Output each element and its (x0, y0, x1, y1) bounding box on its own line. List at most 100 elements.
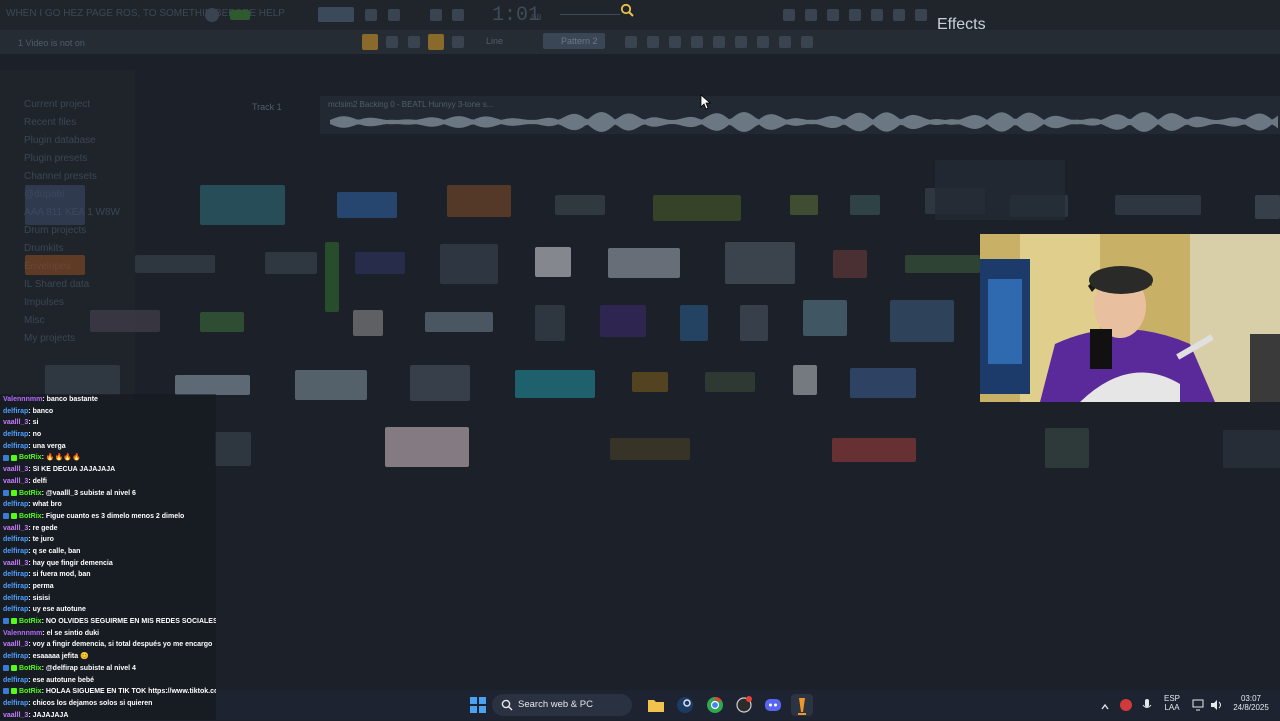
plugin-row3c[interactable] (353, 310, 383, 336)
plugin-row4e[interactable] (515, 370, 595, 398)
discord-icon[interactable] (762, 694, 784, 716)
cut-icon[interactable] (647, 36, 659, 48)
plugin-reverb[interactable] (608, 248, 680, 278)
chat-username[interactable]: delfirap (3, 595, 28, 602)
plugin-row4a[interactable] (45, 365, 120, 395)
chat-username[interactable]: BotRix (19, 490, 42, 497)
settings-icon[interactable] (783, 9, 795, 21)
plugin-row4d[interactable] (410, 365, 470, 401)
chat-username[interactable]: vaalll_3 (3, 466, 28, 473)
tray-app-icon[interactable] (1120, 699, 1132, 711)
browser-item[interactable]: IL Shared data (0, 276, 135, 294)
plugin-comp[interactable] (265, 252, 317, 274)
chat-username[interactable]: Valennnmm (3, 396, 42, 403)
plugin-delay[interactable] (337, 192, 397, 218)
steam-icon[interactable] (674, 694, 696, 716)
plugin-picker-icon[interactable] (893, 9, 905, 21)
file-explorer-icon[interactable] (645, 694, 667, 716)
plugin-row5c[interactable] (610, 438, 690, 460)
chat-username[interactable]: vaalll_3 (3, 419, 28, 426)
chat-username[interactable]: delfirap (3, 653, 28, 660)
plugin-saturator[interactable] (447, 185, 511, 217)
plugin-row5d[interactable] (832, 438, 916, 462)
chat-username[interactable]: BotRix (19, 513, 42, 520)
tempo-display[interactable] (318, 7, 354, 22)
plugin-row4b[interactable] (175, 375, 250, 395)
undo-icon[interactable] (365, 9, 377, 21)
clock[interactable]: 03:07 24/8/2025 (1228, 694, 1274, 712)
delete-icon[interactable] (452, 36, 464, 48)
plugin-row5a[interactable] (215, 432, 251, 466)
obs-icon[interactable] (733, 694, 755, 716)
plugin-strip[interactable] (905, 255, 980, 273)
chat-username[interactable]: delfirap (3, 443, 28, 450)
plugin-row3j[interactable] (890, 300, 954, 342)
plugin-row3a[interactable] (90, 310, 160, 332)
chat-username[interactable]: BotRix (19, 618, 42, 625)
plugin-slot[interactable] (135, 255, 215, 273)
plugin-row3e[interactable] (535, 305, 565, 341)
network-icon[interactable] (1192, 698, 1206, 711)
metronome-icon[interactable] (430, 9, 442, 21)
plugin-orange[interactable] (25, 255, 85, 275)
chat-username[interactable]: BotRix (19, 688, 42, 695)
chat-username[interactable]: vaalll_3 (3, 478, 28, 485)
record-icon[interactable] (205, 8, 219, 22)
piano-roll-plugin[interactable] (385, 427, 469, 467)
mic-icon[interactable] (757, 36, 769, 48)
plugin-row4f[interactable] (632, 372, 668, 392)
chat-username[interactable]: delfirap (3, 677, 28, 684)
plugin-purple[interactable] (355, 252, 405, 274)
plugin-right4[interactable] (1255, 195, 1280, 219)
chrome-icon[interactable] (704, 694, 726, 716)
play-button[interactable] (230, 10, 250, 20)
paint-icon[interactable] (428, 34, 444, 50)
plugin-row4h[interactable] (793, 365, 817, 395)
taskbar-search[interactable]: Search web & PC (492, 694, 632, 716)
browser-item[interactable]: Recent files (0, 114, 135, 132)
chat-username[interactable]: vaalll_3 (3, 641, 28, 648)
pencil-icon[interactable] (408, 36, 420, 48)
plugin-right3[interactable] (1115, 195, 1201, 215)
file-icon[interactable] (735, 36, 747, 48)
plugin-row4i[interactable] (850, 368, 916, 398)
loop-icon[interactable] (388, 9, 400, 21)
plug-icon[interactable] (691, 36, 703, 48)
plugin-row3h[interactable] (740, 305, 768, 341)
browser-item[interactable]: My projects (0, 330, 135, 348)
chat-username[interactable]: Valennnmm (3, 630, 42, 637)
mixer-icon[interactable] (805, 9, 817, 21)
plugin-waves[interactable] (25, 185, 85, 225)
plugin-multiband[interactable] (725, 242, 795, 284)
tune-icon[interactable] (713, 36, 725, 48)
chat-username[interactable]: vaalll_3 (3, 560, 28, 567)
tray-chevron-icon[interactable] (1100, 699, 1110, 710)
arrow-icon[interactable] (386, 36, 398, 48)
channel-rack-icon[interactable] (827, 9, 839, 21)
chat-username[interactable]: vaalll_3 (3, 712, 28, 719)
plugin-knob[interactable] (790, 195, 818, 215)
chat-username[interactable]: delfirap (3, 606, 28, 613)
chat-username[interactable]: BotRix (19, 454, 42, 461)
plugin-row4g[interactable] (705, 372, 755, 392)
browser-item[interactable]: Current project (0, 96, 135, 114)
plugin-red[interactable] (833, 250, 867, 278)
browser-item[interactable]: Plugin database (0, 132, 135, 150)
plugin-row3f[interactable] (600, 305, 646, 337)
snap-icon[interactable] (362, 34, 378, 50)
plugin-row3i[interactable] (803, 300, 847, 336)
mixer-insert-window[interactable] (935, 160, 1065, 220)
plugin-row5e[interactable] (1045, 428, 1089, 468)
fl-studio-icon[interactable] (791, 694, 813, 716)
chat-username[interactable]: delfirap (3, 583, 28, 590)
chat-username[interactable]: delfirap (3, 548, 28, 555)
plugin-meter[interactable] (850, 195, 880, 215)
volume-icon[interactable] (1210, 698, 1224, 710)
plugin-gate[interactable] (555, 195, 605, 215)
audio-waveform[interactable] (330, 112, 1280, 132)
microphone-icon[interactable] (1142, 698, 1152, 712)
snap-mode-label[interactable]: Line (486, 36, 503, 46)
plugin-row5f[interactable] (1223, 430, 1280, 468)
browser-icon[interactable] (871, 9, 883, 21)
plugin-row4c[interactable] (295, 370, 367, 400)
